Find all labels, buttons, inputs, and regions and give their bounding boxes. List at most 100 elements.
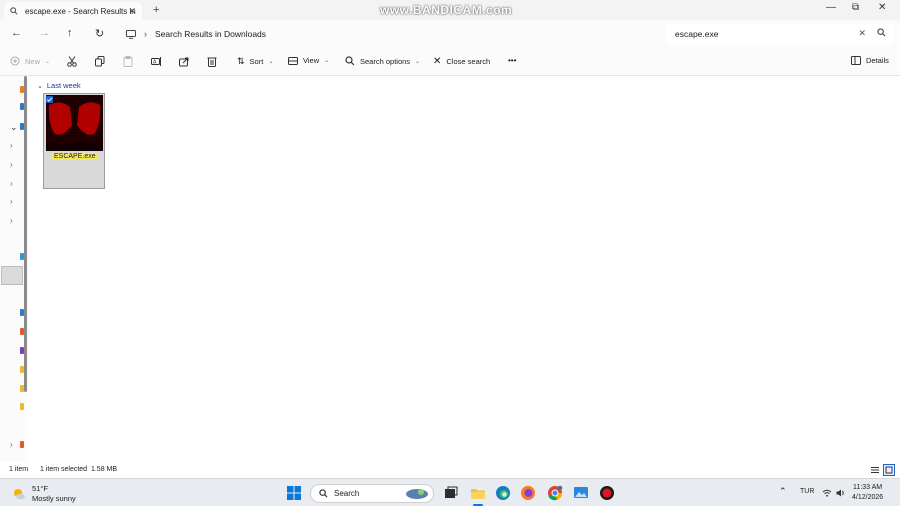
close-search-button[interactable]: ✕ Close search <box>433 56 490 67</box>
chevron-down-icon: ⌄ <box>415 58 421 65</box>
breadcrumb: › Search Results in Downloads <box>126 26 266 42</box>
system-clock[interactable]: 11:33 AM 4/12/2026 <box>852 483 883 503</box>
cut-icon[interactable] <box>67 56 77 67</box>
search-options-icon <box>345 56 355 66</box>
bandicam-watermark: www.BANDICAM.com <box>380 3 513 17</box>
task-view-icon[interactable] <box>443 485 459 501</box>
file-explorer-icon[interactable] <box>470 485 486 501</box>
sun-cloud-icon <box>14 489 25 500</box>
chevron-right-icon[interactable]: › <box>10 179 13 188</box>
share-icon[interactable] <box>179 56 190 67</box>
windows-start-icon[interactable] <box>286 485 302 501</box>
details-button[interactable]: Details <box>851 56 889 65</box>
details-label: Details <box>866 56 889 65</box>
weather-widget[interactable]: 51°F Mostly sunny <box>12 484 76 504</box>
details-pane-icon <box>851 56 861 65</box>
item-count: 1 item <box>9 466 29 473</box>
chevron-down-icon: ⌄ <box>45 58 51 65</box>
chevron-right-icon[interactable]: › <box>10 440 13 449</box>
file-item[interactable]: ESCAPE.exe <box>43 93 105 189</box>
sort-label: Sort <box>249 57 264 66</box>
up-arrow-icon[interactable]: ↑ <box>67 27 73 39</box>
window-tab[interactable]: escape.exe - Search Results in ✕ <box>4 2 142 20</box>
group-header[interactable]: ⌄ Last week <box>37 81 81 90</box>
chevron-down-icon[interactable]: ⌄ <box>10 122 18 133</box>
taskbar-search-box[interactable]: Search <box>310 484 434 503</box>
firefox-icon[interactable] <box>520 485 536 501</box>
bandicam-record-icon[interactable] <box>599 485 615 501</box>
chrome-icon[interactable] <box>547 485 563 501</box>
new-button[interactable]: New ⌄ <box>10 56 50 66</box>
delete-icon[interactable] <box>207 56 217 67</box>
search-highlight-icon <box>406 489 428 499</box>
refresh-icon[interactable]: ↻ <box>95 27 104 40</box>
search-options-label: Search options <box>360 56 411 66</box>
volume-icon[interactable] <box>836 489 846 497</box>
chevron-up-icon[interactable]: ⌃ <box>779 486 787 497</box>
restore-icon[interactable]: ⧉ <box>852 2 859 13</box>
view-button[interactable]: View ⌄ <box>288 56 329 65</box>
clock-time: 11:33 AM <box>853 484 883 491</box>
search-options-button[interactable]: Search options ⌄ <box>345 56 420 66</box>
chevron-right-icon[interactable]: › <box>10 160 13 169</box>
details-view-toggle[interactable] <box>869 464 881 476</box>
search-icon[interactable] <box>877 28 886 37</box>
checkmark-icon <box>46 97 53 102</box>
tab-close-icon[interactable]: ✕ <box>128 6 136 17</box>
chevron-down-icon: ⌄ <box>37 82 43 90</box>
wifi-icon[interactable] <box>822 489 832 497</box>
minimize-icon[interactable]: — <box>826 2 836 13</box>
list-view-icon <box>871 467 879 473</box>
copy-icon[interactable] <box>95 56 105 67</box>
view-label: View <box>303 56 320 65</box>
chevron-right-icon[interactable]: › <box>10 197 13 206</box>
clock-date: 4/12/2026 <box>852 494 884 501</box>
nav-selected-item[interactable] <box>1 266 23 285</box>
clear-search-icon[interactable]: ✕ <box>858 28 866 39</box>
nav-folder-icon[interactable] <box>20 403 24 410</box>
monitor-icon[interactable] <box>126 29 136 39</box>
nav-scrollbar[interactable] <box>24 76 27 392</box>
close-icon: ✕ <box>433 56 442 67</box>
rename-icon[interactable]: A <box>151 56 162 67</box>
view-icon <box>288 56 298 65</box>
paste-icon[interactable] <box>123 56 133 67</box>
close-search-label: Close search <box>446 57 491 66</box>
breadcrumb-chevron-icon: › <box>144 29 147 39</box>
nav-folder-icon[interactable] <box>20 441 24 448</box>
file-name: ESCAPE.exe <box>52 153 98 160</box>
taskbar: 51°F Mostly sunny Search ⌃ TUR 11:33 AM … <box>0 478 900 506</box>
sort-icon: ⇅ <box>237 56 245 66</box>
forward-arrow-icon[interactable]: → <box>39 27 50 39</box>
selection-info: 1 item selected 1.58 MB <box>40 466 118 473</box>
back-arrow-icon[interactable]: ← <box>11 27 22 39</box>
close-window-icon[interactable]: ✕ <box>878 2 886 13</box>
large-icons-view-toggle[interactable] <box>883 464 895 476</box>
address-bar: ← → ↑ ↻ › Search Results in Downloads es… <box>0 20 900 48</box>
taskbar-search-label: Search <box>334 489 360 498</box>
breadcrumb-location[interactable]: Search Results in Downloads <box>155 29 266 39</box>
red-mask-thumbnail-icon <box>46 95 103 151</box>
chevron-down-icon: ⌄ <box>268 59 274 65</box>
group-label: Last week <box>46 81 81 90</box>
edge-browser-icon[interactable] <box>495 485 511 501</box>
more-label: ••• <box>508 56 517 65</box>
weather-temperature: 51°F <box>32 484 48 493</box>
weather-description: Mostly sunny <box>32 494 76 503</box>
command-bar: New ⌄ A ⇅ Sort ⌄ View ⌄ Search options ⌄… <box>0 48 900 76</box>
search-input[interactable]: escape.exe ✕ <box>666 24 894 44</box>
new-tab-button[interactable]: + <box>153 4 159 16</box>
chevron-right-icon[interactable]: › <box>10 141 13 150</box>
title-bar: escape.exe - Search Results in ✕ + www.B… <box>0 0 900 20</box>
plus-circle-icon <box>10 56 20 66</box>
photos-app-icon[interactable] <box>573 485 589 501</box>
chevron-right-icon[interactable]: › <box>10 216 13 225</box>
sort-button[interactable]: ⇅ Sort ⌄ <box>237 56 273 67</box>
language-indicator[interactable]: TUR <box>800 488 814 495</box>
search-icon <box>319 489 328 498</box>
file-thumbnail <box>46 95 103 151</box>
more-options-button[interactable]: ••• <box>508 56 516 65</box>
new-label: New <box>25 56 41 66</box>
selection-checkbox[interactable] <box>46 96 53 103</box>
file-list-area: ⌄ Last week ESCAPE.exe <box>28 76 900 462</box>
